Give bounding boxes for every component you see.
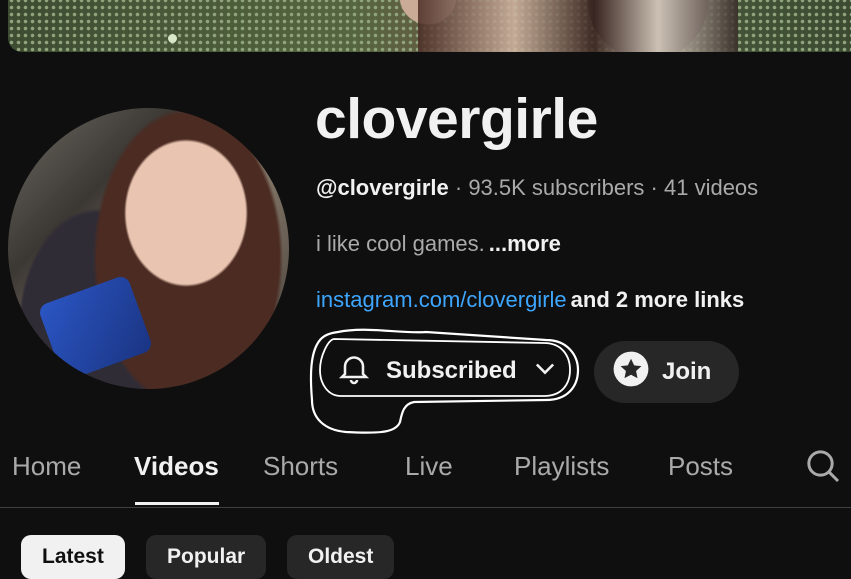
- chip-oldest[interactable]: Oldest: [287, 535, 395, 579]
- channel-links: instagram.com/clovergirle and 2 more link…: [316, 287, 744, 313]
- subscribed-button[interactable]: Subscribed: [318, 341, 576, 401]
- tab-home[interactable]: Home: [12, 451, 81, 482]
- meta-separator: ·: [454, 175, 463, 200]
- chip-popular[interactable]: Popular: [146, 535, 267, 579]
- channel-meta: @clovergirle · 93.5K subscribers · 41 vi…: [316, 175, 758, 201]
- channel-tabs: Home Videos Shorts Live Playlists Posts: [0, 445, 851, 507]
- meta-separator: ·: [650, 175, 658, 200]
- channel-handle: @clovergirle: [316, 175, 449, 200]
- description-text: i like cool games.: [316, 231, 485, 256]
- tab-videos[interactable]: Videos: [134, 451, 219, 482]
- video-count: 41 videos: [663, 175, 759, 200]
- subscriber-count: 93.5K subscribers: [468, 175, 645, 200]
- active-tab-indicator: [135, 502, 219, 505]
- tab-shorts[interactable]: Shorts: [263, 451, 338, 482]
- join-label: Join: [662, 358, 712, 385]
- chip-latest[interactable]: Latest: [21, 535, 125, 579]
- channel-banner: [8, 0, 851, 52]
- search-icon[interactable]: [803, 446, 843, 486]
- avatar-console-shape: [37, 274, 154, 382]
- subscribed-label: Subscribed: [386, 357, 517, 384]
- tab-playlists[interactable]: Playlists: [514, 451, 609, 482]
- tabs-divider: [0, 507, 851, 508]
- more-links[interactable]: and 2 more links: [571, 287, 745, 312]
- channel-title: clovergirle: [315, 87, 598, 151]
- star-icon: [612, 350, 650, 395]
- banner-decoration: [168, 34, 177, 43]
- chevron-down-icon: [531, 354, 559, 389]
- tab-live[interactable]: Live: [405, 451, 453, 482]
- channel-description[interactable]: i like cool games. ...more: [316, 231, 561, 257]
- bell-icon: [336, 349, 372, 394]
- instagram-link[interactable]: instagram.com/clovergirle: [316, 287, 567, 312]
- more-link[interactable]: ...more: [489, 231, 561, 256]
- tab-posts[interactable]: Posts: [668, 451, 733, 482]
- banner-artwork: [418, 0, 738, 52]
- join-button[interactable]: Join: [594, 341, 739, 403]
- channel-avatar[interactable]: [8, 108, 289, 389]
